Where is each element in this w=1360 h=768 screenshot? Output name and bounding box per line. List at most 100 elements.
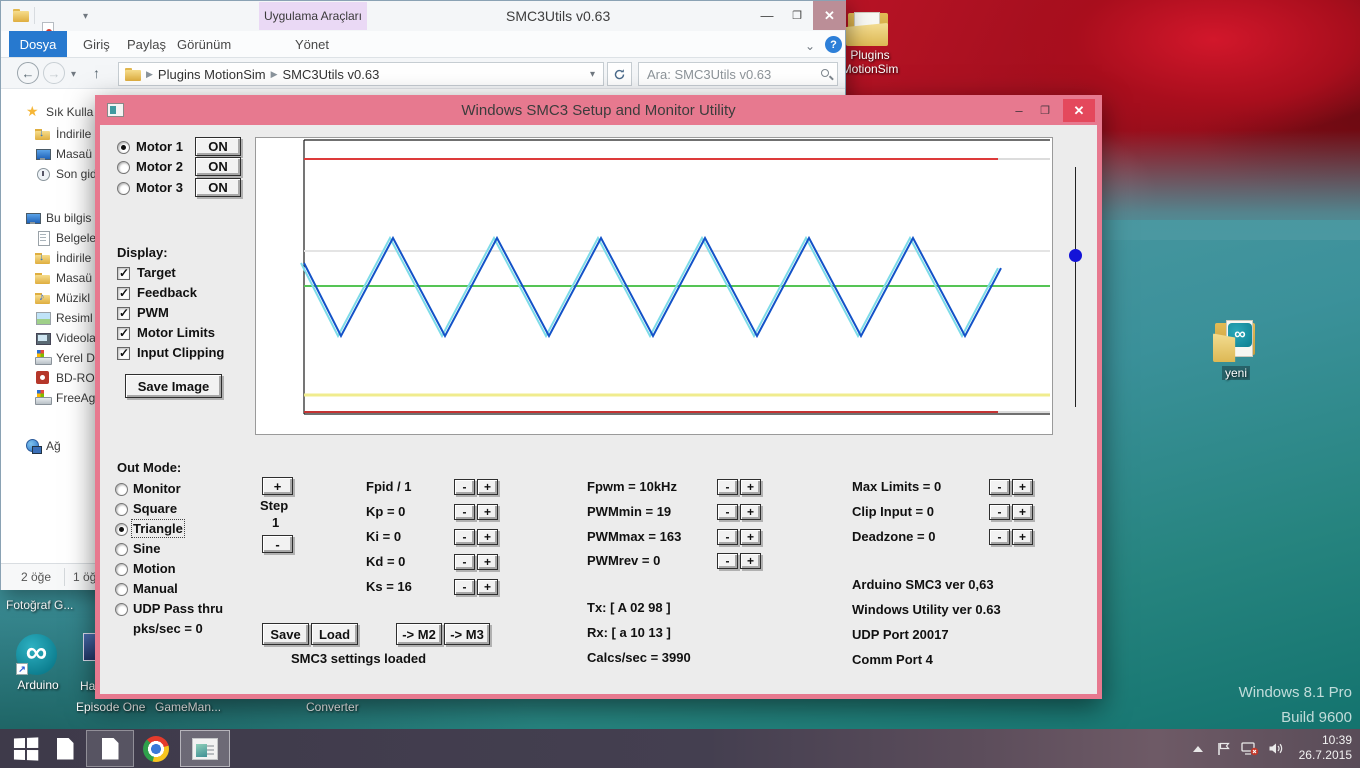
tray-clock[interactable]: 10:39 26.7.2015	[1299, 733, 1352, 763]
deadzone-minus-button[interactable]: -	[989, 529, 1010, 545]
clip-input-minus-button[interactable]: -	[989, 504, 1010, 520]
step-plus-button[interactable]: +	[262, 477, 293, 495]
breadcrumb[interactable]: ▶ Plugins MotionSim ▶ SMC3Utils v0.63 ▾	[118, 62, 604, 86]
save-button[interactable]: Save	[262, 623, 309, 645]
sidebar-item-star-0[interactable]: Sık Kulla	[25, 104, 93, 120]
forward-button[interactable]: →	[43, 62, 65, 84]
tray-show-hidden-icons[interactable]	[1188, 729, 1208, 768]
pwmmin-plus-button[interactable]: +	[740, 504, 761, 520]
tray-network[interactable]	[1237, 729, 1263, 768]
start-button[interactable]	[8, 729, 42, 768]
minimize-button[interactable]: —	[753, 1, 781, 30]
close-button[interactable]: ✕	[813, 1, 846, 30]
radio-sine[interactable]	[115, 543, 128, 556]
radio-motor-1[interactable]	[117, 141, 130, 154]
tab-giris[interactable]: Giriş	[73, 31, 120, 57]
sidebar-item-bd-rom-12[interactable]: BD-RO	[35, 370, 95, 386]
sidebar-item-documents-5[interactable]: Belgele	[35, 230, 96, 246]
radio-motor-3[interactable]	[117, 182, 130, 195]
tab-dosya[interactable]: Dosya	[9, 31, 67, 57]
kp-minus-button[interactable]: -	[454, 504, 475, 520]
sidebar-item-desktop-folder-7[interactable]: Masaü	[35, 270, 92, 286]
refresh-button[interactable]	[607, 62, 632, 86]
sidebar-item-computer-4[interactable]: Bu bilgis	[25, 210, 91, 226]
pwmrev-plus-button[interactable]: +	[740, 553, 761, 569]
maximize-button[interactable]: ❐	[783, 1, 811, 30]
desktop-label-converter[interactable]: Converter	[306, 700, 359, 714]
to-m2-button[interactable]: -> M2	[396, 623, 442, 645]
pwmmax-plus-button[interactable]: +	[740, 529, 761, 545]
ki-minus-button[interactable]: -	[454, 529, 475, 545]
radio-square[interactable]	[115, 503, 128, 516]
desktop-label-episode-one[interactable]: Episode One	[76, 700, 145, 714]
max-limits-minus-button[interactable]: -	[989, 479, 1010, 495]
pwmmin-minus-button[interactable]: -	[717, 504, 738, 520]
tray-volume[interactable]	[1263, 729, 1289, 768]
dialog-maximize-button[interactable]: ❐	[1033, 99, 1057, 122]
fpid-minus-button[interactable]: -	[454, 479, 475, 495]
dialog-close-button[interactable]: ✕	[1063, 99, 1095, 122]
search-input[interactable]	[647, 65, 807, 83]
kp-plus-button[interactable]: +	[477, 504, 498, 520]
desktop-icon-yeni[interactable]: ∞ yeni	[1210, 318, 1262, 380]
sidebar-item-folder-download-6[interactable]: ↓İndirile	[35, 250, 91, 266]
sidebar-item-pictures-9[interactable]: Resiml	[35, 310, 93, 326]
ks-minus-button[interactable]: -	[454, 579, 475, 595]
radio-manual[interactable]	[115, 583, 128, 596]
radio-motion[interactable]	[115, 563, 128, 576]
ribbon-collapse-icon[interactable]: ⌄	[805, 39, 815, 53]
dialog-titlebar[interactable]: Windows SMC3 Setup and Monitor Utility –…	[95, 95, 1102, 125]
back-button[interactable]: ←	[17, 62, 39, 84]
radio-udp-pass-thru[interactable]	[115, 603, 128, 616]
kd-minus-button[interactable]: -	[454, 554, 475, 570]
motor-1-on-button[interactable]: ON	[195, 137, 241, 156]
checkbox-input-clipping[interactable]	[117, 347, 130, 360]
fpwm-minus-button[interactable]: -	[717, 479, 738, 495]
sidebar-item-external-drive-13[interactable]: FreeAg	[35, 390, 95, 406]
clip-input-plus-button[interactable]: +	[1012, 504, 1033, 520]
fpid-plus-button[interactable]: +	[477, 479, 498, 495]
taskbar-document-button[interactable]	[86, 730, 134, 767]
to-m3-button[interactable]: -> M3	[444, 623, 490, 645]
checkbox-pwm[interactable]	[117, 307, 130, 320]
sidebar-item-network-14[interactable]: Ağ	[25, 438, 61, 454]
tray-action-center[interactable]	[1211, 729, 1235, 768]
ki-plus-button[interactable]: +	[477, 529, 498, 545]
fpwm-plus-button[interactable]: +	[740, 479, 761, 495]
kd-plus-button[interactable]: +	[477, 554, 498, 570]
desktop-label-fotograf[interactable]: Fotoğraf G...	[6, 598, 73, 612]
radio-triangle[interactable]	[115, 523, 128, 536]
ks-plus-button[interactable]: +	[477, 579, 498, 595]
desktop-label-gameman[interactable]: GameMan...	[155, 700, 221, 714]
sidebar-item-folder-download-1[interactable]: ↓İndirile	[35, 126, 91, 142]
taskbar-notepad-button[interactable]	[50, 729, 80, 768]
checkbox-target[interactable]	[117, 267, 130, 280]
explorer-titlebar[interactable]: ▾ Uygulama Araçları SMC3Utils v0.63 — ❐ …	[1, 1, 845, 31]
radio-motor-2[interactable]	[117, 161, 130, 174]
deadzone-plus-button[interactable]: +	[1012, 529, 1033, 545]
checkbox-feedback[interactable]	[117, 287, 130, 300]
address-dropdown-icon[interactable]: ▾	[590, 69, 595, 80]
taskbar-smc3-button[interactable]	[180, 730, 230, 767]
up-button[interactable]: ↑	[93, 65, 100, 81]
sidebar-item-music-8[interactable]: ♪Müzikl	[35, 290, 90, 306]
tab-yonet[interactable]: Yönet	[285, 31, 339, 57]
motor-3-on-button[interactable]: ON	[195, 178, 241, 197]
radio-monitor[interactable]	[115, 483, 128, 496]
sidebar-item-videos-10[interactable]: Videola	[35, 330, 96, 346]
taskbar-chrome-button[interactable]	[140, 729, 172, 768]
breadcrumb-item-smc3utils[interactable]: SMC3Utils v0.63	[283, 67, 380, 82]
search-box[interactable]	[638, 62, 838, 86]
load-button[interactable]: Load	[311, 623, 358, 645]
max-limits-plus-button[interactable]: +	[1012, 479, 1033, 495]
desktop-icon-plugins-motionsim[interactable]: Plugins MotionSim	[840, 8, 900, 76]
pwmmax-minus-button[interactable]: -	[717, 529, 738, 545]
motor-2-on-button[interactable]: ON	[195, 157, 241, 176]
checkbox-motor-limits[interactable]	[117, 327, 130, 340]
save-image-button[interactable]: Save Image	[125, 374, 222, 398]
quick-access-caret-icon[interactable]: ▾	[83, 11, 88, 22]
desktop-icon-arduino[interactable]: ∞ ↗ Arduino	[12, 634, 64, 692]
help-icon[interactable]: ?	[825, 36, 842, 53]
sidebar-item-local-disk-11[interactable]: Yerel D	[35, 350, 95, 366]
dialog-minimize-button[interactable]: –	[1007, 99, 1031, 122]
